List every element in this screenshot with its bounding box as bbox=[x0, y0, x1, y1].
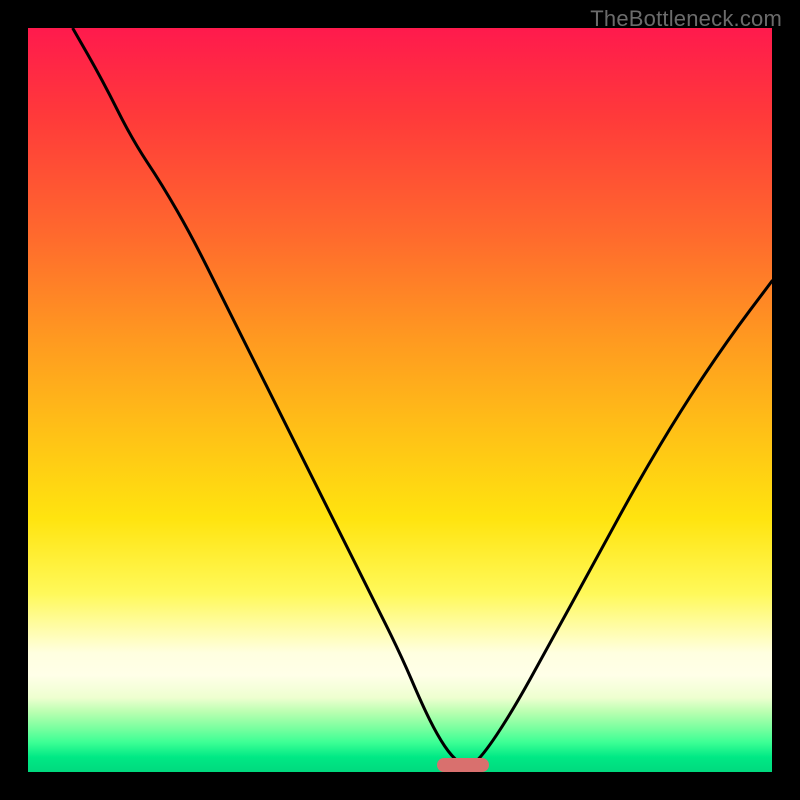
bottleneck-curve bbox=[28, 28, 772, 772]
minimum-marker bbox=[437, 758, 489, 772]
plot-area bbox=[28, 28, 772, 772]
curve-path bbox=[73, 28, 772, 766]
chart-frame: TheBottleneck.com bbox=[0, 0, 800, 800]
